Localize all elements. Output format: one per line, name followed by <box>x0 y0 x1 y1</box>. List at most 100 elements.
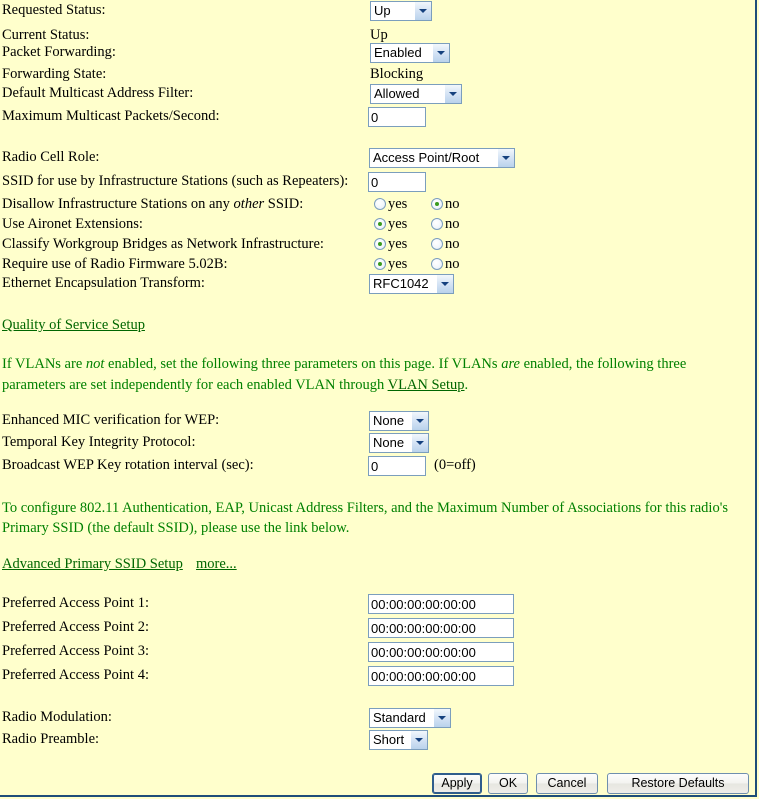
radio-icon-selected[interactable] <box>374 258 386 270</box>
radio-require-firmware-no[interactable]: no <box>430 254 459 275</box>
input-ssid-infrastructure[interactable] <box>368 172 426 192</box>
chevron-down-icon[interactable] <box>410 731 427 749</box>
row-use-aironet-extensions: Use Aironet Extensions: yes no <box>0 214 755 235</box>
chevron-down-icon[interactable] <box>432 44 449 62</box>
row-radio-cell-role: Radio Cell Role: Access Point/Root <box>0 147 755 168</box>
radio-use-aironet-yes[interactable]: yes <box>374 214 407 235</box>
select-ethernet-encapsulation-value: RFC1042 <box>373 276 429 291</box>
chevron-down-icon[interactable] <box>411 412 428 430</box>
select-enhanced-mic-value: None <box>373 413 405 428</box>
row-require-radio-firmware: Require use of Radio Firmware 5.02B: yes… <box>0 254 755 275</box>
label-disallow-italic: other <box>233 196 265 212</box>
select-radio-cell-role-value: Access Point/Root <box>373 150 480 165</box>
radio-group-require-radio-firmware: yes no <box>374 254 479 275</box>
label-disallow-infrastructure: Disallow Infrastructure Stations on any … <box>2 194 303 215</box>
input-preferred-access-point-4[interactable] <box>368 666 514 686</box>
radio-label-yes: yes <box>388 196 408 212</box>
link-more[interactable]: more... <box>196 554 237 575</box>
restore-defaults-button[interactable]: Restore Defaults <box>607 773 749 794</box>
radio-icon-selected[interactable] <box>374 238 386 250</box>
label-packet-forwarding: Packet Forwarding: <box>2 44 116 60</box>
radio-icon[interactable] <box>430 218 443 230</box>
select-ethernet-encapsulation-transform[interactable]: RFC1042 <box>369 274 454 294</box>
radio-icon-selected[interactable] <box>374 218 386 230</box>
select-radio-preamble[interactable]: Short <box>369 730 428 750</box>
label-forwarding-state: Forwarding State: <box>2 66 107 82</box>
label-disallow-pre: Disallow Infrastructure Stations on any <box>2 196 234 212</box>
select-radio-modulation[interactable]: Standard <box>369 708 451 728</box>
qos-note-italic-not: not <box>85 356 105 372</box>
input-maximum-multicast-packets[interactable] <box>368 107 426 127</box>
row-radio-modulation: Radio Modulation: Standard <box>0 707 755 728</box>
chevron-down-icon[interactable] <box>414 2 431 20</box>
cancel-button[interactable]: Cancel <box>536 773 598 794</box>
chevron-down-icon[interactable] <box>444 85 461 103</box>
radio-classify-wgb-no[interactable]: no <box>430 234 460 255</box>
radio-icon-selected[interactable] <box>430 198 443 210</box>
radio-require-firmware-yes[interactable]: yes <box>374 254 407 275</box>
label-disallow-post: SSID: <box>264 196 304 212</box>
link-quality-of-service-setup[interactable]: Quality of Service Setup <box>2 315 145 336</box>
row-preferred-access-point-3: Preferred Access Point 3: <box>0 641 755 662</box>
label-ssid-infrastructure: SSID for use by Infrastructure Stations … <box>2 173 349 189</box>
label-enhanced-mic: Enhanced MIC verification for WEP: <box>2 412 220 428</box>
select-packet-forwarding[interactable]: Enabled <box>370 43 450 63</box>
radio-label-no: no <box>444 216 460 232</box>
radio-disallow-infrastructure-no[interactable]: no <box>430 194 460 215</box>
label-tkip: Temporal Key Integrity Protocol: <box>2 434 196 450</box>
radio-classify-wgb-yes[interactable]: yes <box>374 234 407 255</box>
label-preferred-access-point-4: Preferred Access Point 4: <box>2 667 149 683</box>
suffix-broadcast-wep-rotation: (0=off) <box>434 457 476 473</box>
row-requested-status: Requested Status: Up <box>0 0 755 21</box>
select-requested-status[interactable]: Up <box>370 1 432 21</box>
row-ssid-infrastructure: SSID for use by Infrastructure Stations … <box>0 171 755 192</box>
row-packet-forwarding: Packet Forwarding: Enabled <box>0 42 755 63</box>
label-use-aironet-extensions: Use Aironet Extensions: <box>2 216 143 232</box>
label-radio-preamble: Radio Preamble: <box>2 731 100 747</box>
select-default-multicast-address-filter-value: Allowed <box>374 86 420 101</box>
radio-icon[interactable] <box>374 198 386 210</box>
chevron-down-icon[interactable] <box>436 275 453 293</box>
label-default-multicast-address-filter: Default Multicast Address Filter: <box>2 85 194 101</box>
link-advanced-primary-ssid-setup[interactable]: Advanced Primary SSID Setup <box>2 554 183 575</box>
radio-icon[interactable] <box>430 258 443 270</box>
label-require-radio-firmware: Require use of Radio Firmware 5.02B: <box>2 256 228 272</box>
radio-use-aironet-no[interactable]: no <box>430 214 460 235</box>
chevron-down-icon[interactable] <box>433 709 450 727</box>
row-broadcast-wep-rotation: Broadcast WEP Key rotation interval (sec… <box>0 455 755 476</box>
radio-icon[interactable] <box>430 238 443 250</box>
input-broadcast-wep-rotation[interactable] <box>368 456 426 476</box>
qos-note-line1: If VLANs are not enabled, set the follow… <box>2 354 747 375</box>
row-default-multicast-address-filter: Default Multicast Address Filter: Allowe… <box>0 83 755 104</box>
row-radio-preamble: Radio Preamble: Short <box>0 729 755 750</box>
input-preferred-access-point-2[interactable] <box>368 618 514 638</box>
input-preferred-access-point-3[interactable] <box>368 642 514 662</box>
qos-note-pre: If VLANs are <box>2 356 86 372</box>
radio-group-use-aironet-extensions: yes no <box>374 214 479 235</box>
chevron-down-icon[interactable] <box>411 434 428 452</box>
radio-label-yes: yes <box>388 236 408 252</box>
select-tkip[interactable]: None <box>369 433 429 453</box>
select-radio-cell-role[interactable]: Access Point/Root <box>369 148 515 168</box>
apply-button[interactable]: Apply <box>432 773 482 794</box>
chevron-down-icon[interactable] <box>497 149 514 167</box>
radio-disallow-infrastructure-yes[interactable]: yes <box>374 194 407 215</box>
select-enhanced-mic[interactable]: None <box>369 411 429 431</box>
row-tkip: Temporal Key Integrity Protocol: None <box>0 432 755 453</box>
select-default-multicast-address-filter[interactable]: Allowed <box>370 84 462 104</box>
input-preferred-access-point-1[interactable] <box>368 594 514 614</box>
label-classify-workgroup-bridges: Classify Workgroup Bridges as Network In… <box>2 236 324 252</box>
qos-note-line2: parameters are set independently for eac… <box>2 375 747 396</box>
radio-label-no: no <box>444 196 460 212</box>
ok-button[interactable]: OK <box>488 773 528 794</box>
label-preferred-access-point-1: Preferred Access Point 1: <box>2 595 149 611</box>
value-forwarding-state: Blocking <box>370 66 424 82</box>
label-preferred-access-point-2: Preferred Access Point 2: <box>2 619 149 635</box>
label-requested-status: Requested Status: <box>2 2 106 18</box>
radio-label-no: no <box>444 236 460 252</box>
row-disallow-infrastructure: Disallow Infrastructure Stations on any … <box>0 194 755 215</box>
link-vlan-setup[interactable]: VLAN Setup <box>388 377 465 393</box>
radio-label-yes: yes <box>388 256 408 272</box>
label-ethernet-encapsulation-transform: Ethernet Encapsulation Transform: <box>2 275 205 291</box>
advanced-note-line1: To configure 802.11 Authentication, EAP,… <box>2 500 728 516</box>
